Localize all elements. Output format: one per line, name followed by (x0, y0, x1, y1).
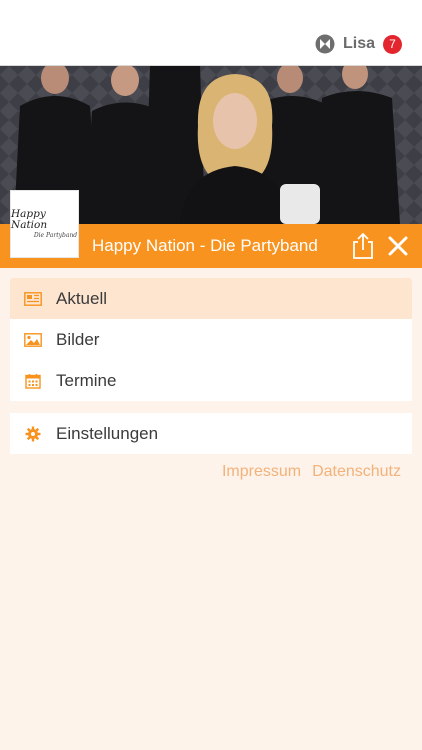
menu-label-bilder: Bilder (56, 329, 100, 349)
calendar-icon (24, 373, 42, 389)
page-title: Happy Nation - Die Partyband (92, 236, 318, 255)
menu-item-einstellungen[interactable]: Einstellungen (10, 413, 412, 454)
menu-item-bilder[interactable]: Bilder (10, 319, 412, 360)
gear-icon (24, 426, 42, 442)
band-logo: Happy Nation Die Partyband (10, 190, 79, 258)
settings-menu: Einstellungen (10, 413, 412, 454)
impressum-link[interactable]: Impressum (222, 463, 301, 481)
notification-badge[interactable]: 7 (383, 34, 402, 54)
footer-links: Impressum Datenschutz (222, 463, 401, 481)
menu-label-einstellungen: Einstellungen (56, 423, 159, 443)
main-menu: Aktuell Bilder Termine (10, 278, 412, 401)
datenschutz-link[interactable]: Datenschutz (312, 463, 401, 481)
menu-label-termine: Termine (56, 370, 117, 390)
user-status-icon (315, 34, 335, 54)
share-icon[interactable] (351, 232, 375, 260)
close-icon[interactable] (386, 234, 410, 258)
top-bar: Lisa 7 (0, 0, 422, 66)
news-icon (24, 291, 42, 307)
logo-subtext: Die Partyband (33, 232, 78, 239)
username: Lisa (342, 35, 375, 52)
menu-item-aktuell[interactable]: Aktuell (10, 278, 412, 319)
image-icon (24, 332, 42, 348)
menu-label-aktuell: Aktuell (56, 288, 108, 308)
menu-item-termine[interactable]: Termine (10, 360, 412, 401)
user-menu[interactable]: Lisa 7 (315, 32, 402, 56)
logo-text: Happy Nation (11, 208, 48, 231)
